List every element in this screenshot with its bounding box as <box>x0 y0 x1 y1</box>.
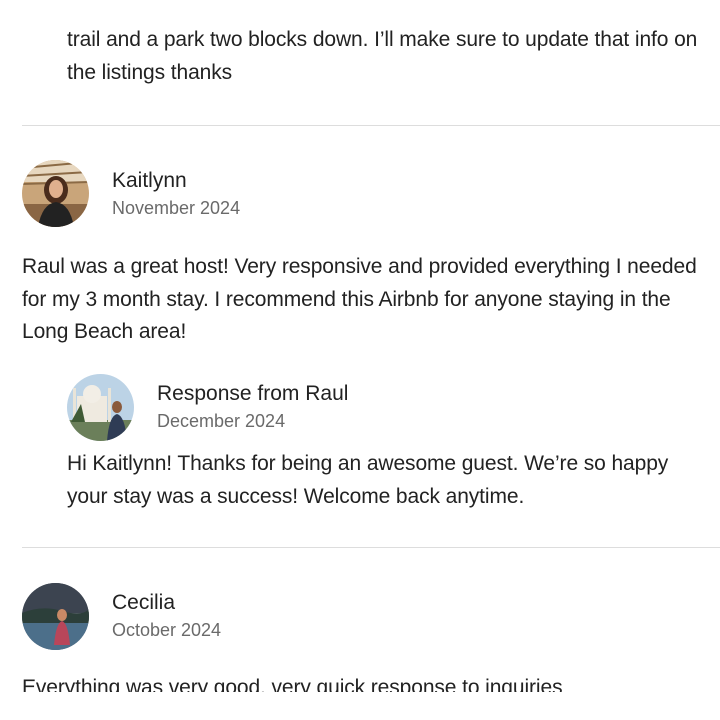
review-divider <box>22 547 720 548</box>
host-response-date: December 2024 <box>157 411 286 431</box>
previous-review-text: trail and a park two blocks down. I’ll m… <box>67 28 698 84</box>
host-response-text: Hi Kaitlynn! Thanks for being an awesome… <box>67 452 669 508</box>
reviewer-avatar[interactable] <box>22 583 89 650</box>
reviewer-photo <box>22 160 89 227</box>
review-text: Everything was very good, very quick res… <box>22 676 563 692</box>
review-date: October 2024 <box>112 620 222 640</box>
reviewer-avatar[interactable] <box>22 160 89 227</box>
reviewer-name[interactable]: Kaitlynn <box>112 168 187 194</box>
review-text-clip: Everything was very good, very quick res… <box>22 672 712 692</box>
review-text: Raul was a great host! Very responsive a… <box>22 255 697 343</box>
review-date: November 2024 <box>112 198 241 218</box>
reviewer-photo <box>22 583 89 650</box>
reviewer-name[interactable]: Cecilia <box>112 590 175 616</box>
host-avatar[interactable] <box>67 374 134 441</box>
review-divider <box>22 125 720 126</box>
host-response-title: Response from Raul <box>157 382 349 405</box>
host-photo <box>67 374 134 441</box>
